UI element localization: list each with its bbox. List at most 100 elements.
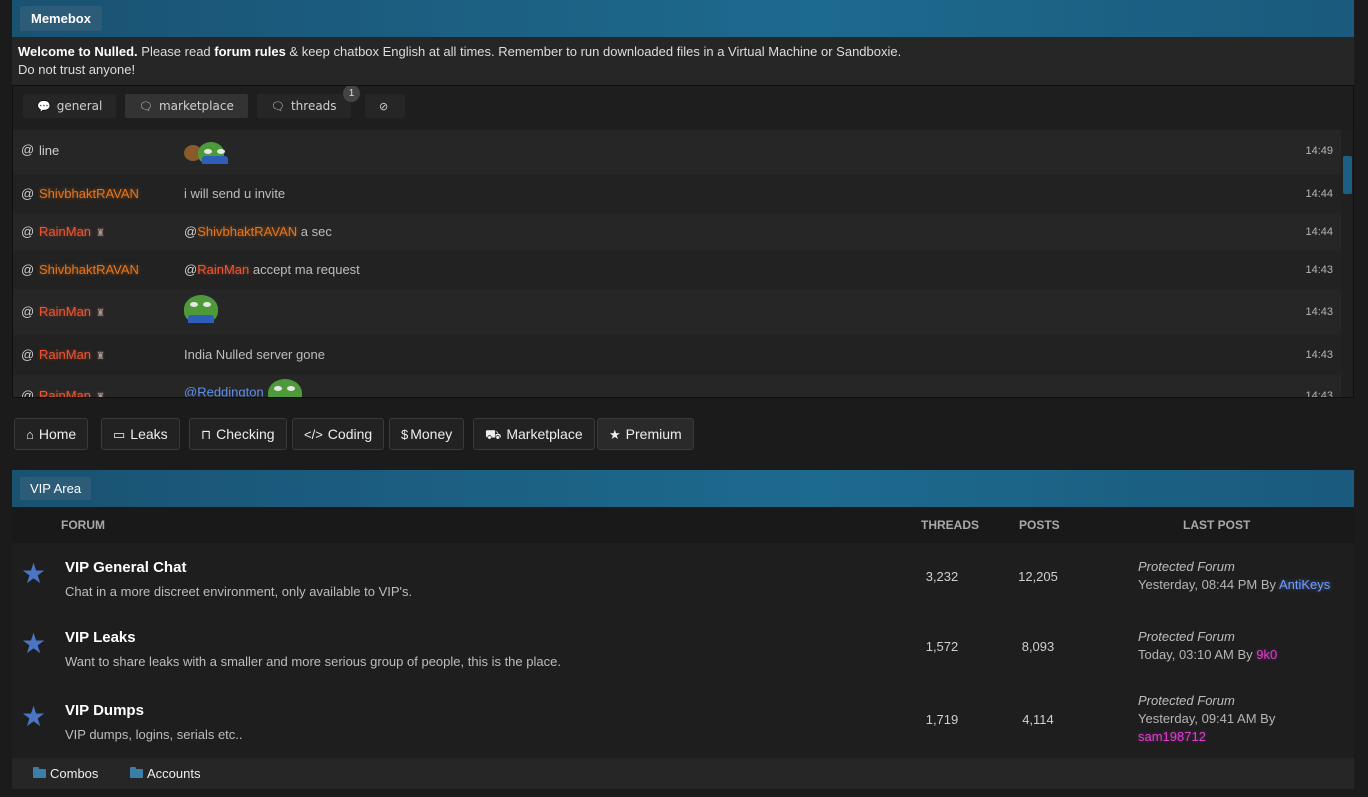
chat-row: @ RainMan ♜ India Nulled server gone 14:4…: [13, 335, 1341, 375]
chat-username[interactable]: line: [39, 143, 59, 158]
chat-username[interactable]: RainMan ♜: [39, 388, 105, 398]
chat-username[interactable]: RainMan ♜: [39, 304, 105, 319]
code-icon: </>: [304, 427, 323, 442]
tab-marketplace[interactable]: 🗨 marketplace: [125, 94, 248, 118]
chat-username[interactable]: ShivbhaktRAVAN: [39, 262, 139, 277]
mention-user[interactable]: ShivbhaktRAVAN: [197, 224, 297, 239]
chat-username[interactable]: RainMan ♜: [39, 347, 105, 362]
forum-rules-link[interactable]: forum rules: [214, 44, 286, 59]
col-forum: FORUM: [61, 518, 105, 532]
vip-area-title[interactable]: VIP Area: [20, 477, 92, 500]
folder-icon: [130, 767, 143, 778]
tab-threads[interactable]: 🗨 threads: [257, 94, 351, 118]
chat-username[interactable]: RainMan ♜: [39, 224, 105, 239]
forum-row-vip-leaks: ★ VIP Leaks Want to share leaks with a s…: [12, 613, 1354, 683]
chat-row: @ line 14:49: [13, 130, 1341, 174]
mention-user[interactable]: @Reddington: [184, 384, 264, 397]
last-post-title: Protected Forum: [1138, 629, 1235, 644]
tab-threads-label: threads: [290, 99, 337, 113]
nav-home-label: Home: [38, 426, 77, 442]
forum-posts-count: 12,205: [1018, 569, 1058, 584]
nav-marketplace-label: Marketplace: [506, 426, 583, 442]
nav-money-button[interactable]: $ Money: [389, 418, 465, 450]
nav-coding-button[interactable]: </> Coding: [292, 418, 385, 450]
rank-icon: ♜: [96, 351, 105, 362]
nav-marketplace-button[interactable]: ⛟ Marketplace: [473, 418, 595, 450]
threads-count-badge: 1: [343, 86, 360, 102]
tab-marketplace-label: marketplace: [158, 99, 234, 113]
welcome-notice: Welcome to Nulled. Please read forum rul…: [12, 37, 1354, 85]
welcome-text-2: & keep chatbox English at all times. Rem…: [285, 44, 902, 59]
forum-last-post: Protected Forum Today, 03:10 AM By 9k0: [1138, 628, 1277, 664]
chat-message: [184, 142, 228, 164]
forum-row-vip-general-chat: ★ VIP General Chat Chat in a more discre…: [12, 543, 1354, 613]
forum-row-vip-dumps: ★ VIP Dumps VIP dumps, logins, serials e…: [12, 683, 1354, 758]
last-post-user[interactable]: AntiKeys: [1279, 577, 1330, 592]
last-post-by: By: [1260, 711, 1276, 726]
mention-user[interactable]: RainMan: [197, 262, 249, 277]
subforum-combos[interactable]: Combos: [33, 766, 98, 781]
pepe-emoji: [184, 295, 218, 323]
col-last-post: LAST POST: [1183, 518, 1251, 532]
nav-leaks-label: Leaks: [130, 426, 168, 442]
chat-username-text: RainMan: [39, 224, 92, 239]
chat-bubbles-icon: 💬: [37, 100, 51, 113]
vip-area-header: VIP Area: [12, 470, 1354, 507]
mention-at[interactable]: @: [21, 224, 34, 239]
chat-time: 14:43: [1305, 306, 1333, 318]
chat-time: 14:43: [1305, 264, 1333, 276]
mention-at[interactable]: @: [21, 142, 34, 157]
forum-star-icon: ★: [21, 701, 47, 732]
subforum-combos-label: Combos: [50, 766, 99, 781]
forum-posts-count: 8,093: [1021, 639, 1055, 654]
chat-row: @ RainMan ♜ @ShivbhaktRAVAN a sec 14:44: [13, 213, 1341, 251]
pepe-emoji: [267, 379, 302, 397]
tab-general[interactable]: 💬 general: [23, 94, 117, 118]
mention-at[interactable]: @: [21, 347, 34, 362]
mention-at[interactable]: @: [21, 304, 34, 319]
tab-ban[interactable]: ⊘: [365, 94, 405, 118]
chat-time: 14:43: [1305, 390, 1333, 398]
chat-bubble-outline-icon: 🗨: [271, 100, 285, 113]
subforum-accounts[interactable]: Accounts: [130, 766, 200, 781]
nav-leaks-button[interactable]: ▭ Leaks: [101, 418, 180, 450]
forum-title[interactable]: VIP Dumps: [65, 702, 144, 719]
pepe-emoji: [198, 142, 228, 164]
forum-threads-count: 3,232: [925, 569, 959, 584]
mention-at[interactable]: @: [21, 186, 34, 201]
chat-scrollbar[interactable]: [1341, 130, 1353, 397]
nav-premium-label: Premium: [625, 426, 682, 442]
nav-home-button[interactable]: ⌂ Home: [14, 418, 89, 450]
mention-at[interactable]: @: [21, 262, 34, 277]
forum-column-headers: FORUM THREADS POSTS LAST POST: [12, 507, 1354, 543]
chat-messages: @ line 14:49 @ ShivbhaktRAVAN i will sen…: [13, 130, 1341, 398]
chat-scrollbar-thumb[interactable]: [1343, 156, 1352, 194]
chat-message-text: a sec: [297, 224, 332, 239]
chat-username[interactable]: ShivbhaktRAVAN: [39, 186, 139, 201]
ban-icon: ⊘: [379, 100, 389, 113]
chatbox: 💬 general 🗨 marketplace 🗨 threads 1 ⊘ @ lin…: [12, 85, 1354, 398]
chat-message: @Reddington: [184, 379, 302, 397]
last-post-user[interactable]: sam198712: [1138, 729, 1206, 744]
chat-message: India Nulled server gone: [184, 347, 325, 362]
forum-title[interactable]: VIP General Chat: [65, 559, 186, 576]
forum-last-post: Protected Forum Yesterday, 09:41 AM By s…: [1138, 692, 1275, 746]
chat-time: 14:49: [1305, 145, 1333, 157]
memebox-title: Memebox: [20, 6, 102, 31]
forum-title[interactable]: VIP Leaks: [65, 629, 136, 646]
chat-tabs: 💬 general 🗨 marketplace 🗨 threads 1 ⊘: [13, 86, 1353, 130]
nav-checking-button[interactable]: ⊓ Checking: [189, 418, 287, 450]
subforum-links: Combos Accounts: [12, 758, 1354, 789]
mention-at[interactable]: @: [21, 388, 34, 397]
nav-premium-button[interactable]: ★ Premium: [597, 418, 694, 450]
subforum-accounts-label: Accounts: [147, 766, 201, 781]
last-post-user[interactable]: 9k0: [1256, 647, 1277, 662]
last-post-date: Yesterday, 09:41 AM: [1138, 711, 1257, 726]
col-threads: THREADS: [921, 518, 980, 532]
rank-icon: ♜: [96, 392, 105, 398]
col-posts: POSTS: [1019, 518, 1060, 532]
chat-message: i will send u invite: [184, 186, 286, 201]
forum-posts-count: 4,114: [1022, 712, 1054, 727]
last-post-title: Protected Forum: [1138, 559, 1235, 574]
chat-message: @ShivbhaktRAVAN a sec: [184, 224, 332, 239]
